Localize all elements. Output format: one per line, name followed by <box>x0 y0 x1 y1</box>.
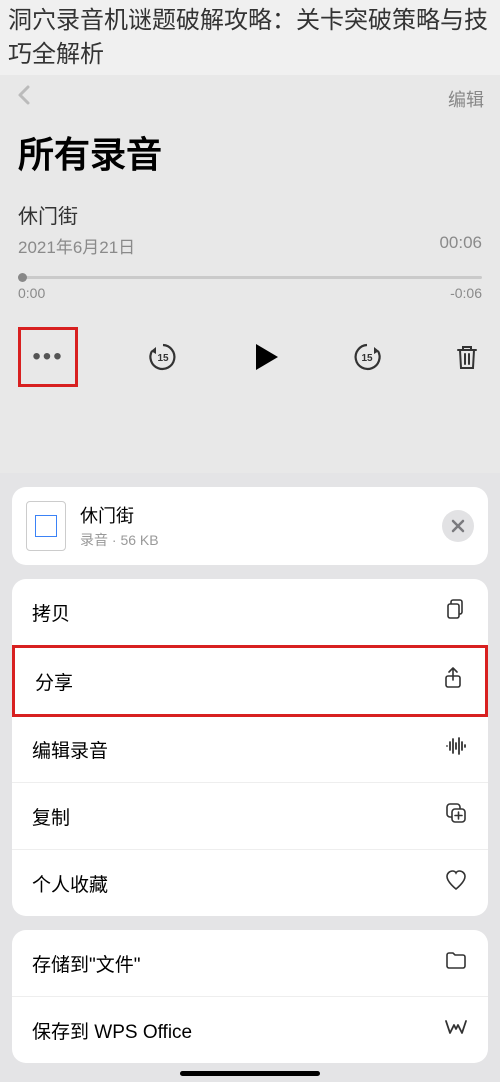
action-list-2: 存储到"文件" 保存到 WPS Office <box>12 930 488 1063</box>
more-options-button[interactable]: ••• <box>18 327 78 387</box>
sheet-header: 休门街 录音 · 56 KB <box>12 487 488 565</box>
action-label: 分享 <box>35 668 73 695</box>
recording-duration: 00:06 <box>439 233 482 258</box>
svg-text:15: 15 <box>157 353 169 364</box>
share-icon <box>441 666 465 696</box>
current-time: 0:00 <box>18 285 45 301</box>
voice-memos-screen: 编辑 所有录音 休门街 2021年6月21日 00:06 0:00 -0:06 … <box>0 75 500 417</box>
playback-controls: ••• 15 15 <box>0 307 500 417</box>
folder-icon <box>444 948 468 978</box>
back-button[interactable] <box>16 83 32 114</box>
action-list: 拷贝 分享 编辑录音 复制 个人收藏 <box>12 579 488 916</box>
action-label: 存储到"文件" <box>32 950 141 977</box>
file-icon <box>26 501 66 551</box>
recording-name: 休门街 <box>18 200 482 229</box>
wps-icon <box>444 1015 468 1045</box>
file-name: 休门街 <box>80 502 428 528</box>
article-title: 洞穴录音机谜题破解攻略：关卡突破策略与技巧全解析 <box>0 0 500 75</box>
close-sheet-button[interactable] <box>442 510 474 542</box>
action-share[interactable]: 分享 <box>12 645 488 717</box>
action-label: 个人收藏 <box>32 870 108 897</box>
action-duplicate[interactable]: 复制 <box>12 783 488 850</box>
action-edit-recording[interactable]: 编辑录音 <box>12 716 488 783</box>
heart-icon <box>444 868 468 898</box>
action-save-to-files[interactable]: 存储到"文件" <box>12 930 488 997</box>
home-indicator[interactable] <box>180 1071 320 1076</box>
playback-scrubber[interactable]: 0:00 -0:06 <box>0 258 500 307</box>
play-button[interactable] <box>248 340 282 374</box>
waveform-icon <box>444 734 468 764</box>
action-label: 复制 <box>32 803 70 830</box>
file-meta: 录音 · 56 KB <box>80 530 428 550</box>
copy-icon <box>444 597 468 627</box>
recording-date: 2021年6月21日 <box>18 233 135 258</box>
edit-button[interactable]: 编辑 <box>448 86 484 112</box>
duplicate-icon <box>444 801 468 831</box>
remaining-time: -0:06 <box>450 285 482 301</box>
action-label: 编辑录音 <box>32 736 108 763</box>
action-label: 保存到 WPS Office <box>32 1017 192 1044</box>
nav-bar: 编辑 <box>0 75 500 118</box>
delete-button[interactable] <box>452 342 482 372</box>
action-sheet: 休门街 录音 · 56 KB 拷贝 分享 编辑录音 复制 个人收藏 <box>0 473 500 1082</box>
action-favorite[interactable]: 个人收藏 <box>12 850 488 916</box>
scrubber-thumb[interactable] <box>18 273 27 282</box>
svg-text:15: 15 <box>361 353 373 364</box>
skip-back-15-button[interactable]: 15 <box>146 340 180 374</box>
action-label: 拷贝 <box>32 599 70 626</box>
skip-forward-15-button[interactable]: 15 <box>350 340 384 374</box>
recording-item[interactable]: 休门街 2021年6月21日 00:06 <box>0 196 500 258</box>
action-save-to-wps[interactable]: 保存到 WPS Office <box>12 997 488 1063</box>
action-copy[interactable]: 拷贝 <box>12 579 488 646</box>
page-title: 所有录音 <box>0 118 500 196</box>
